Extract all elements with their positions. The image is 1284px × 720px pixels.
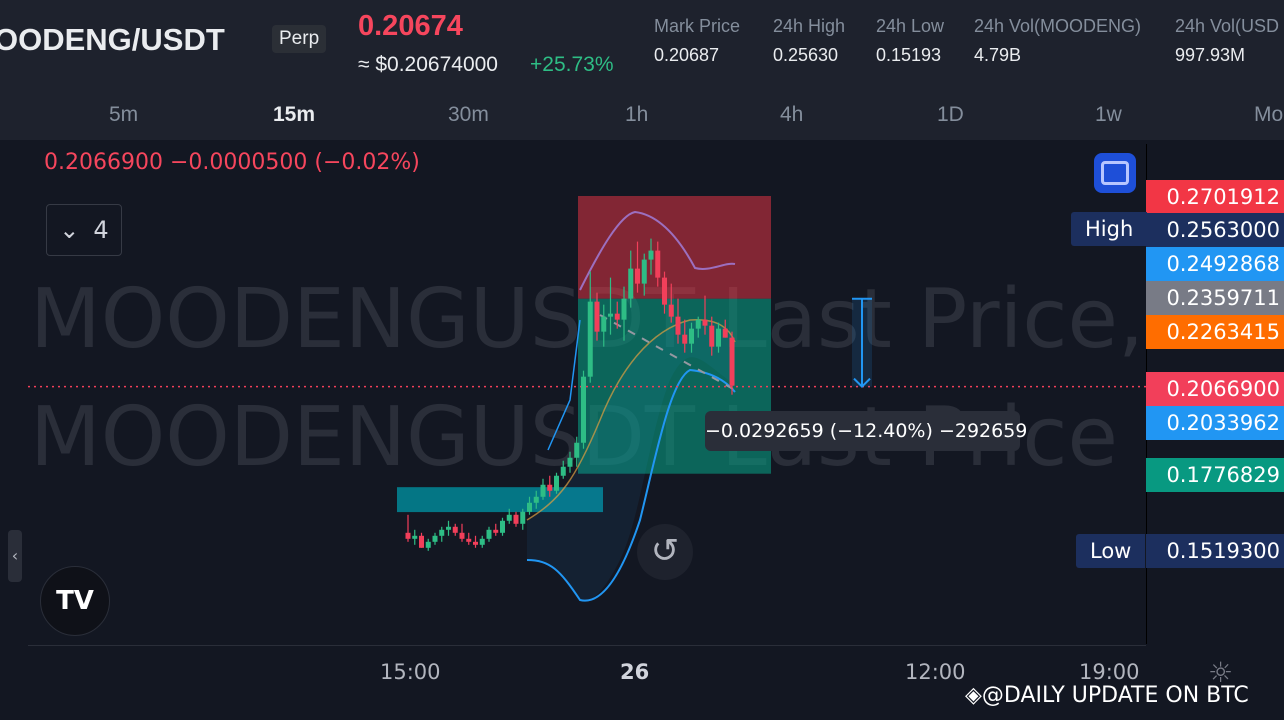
- candle-body: [459, 532, 465, 539]
- candle-body: [486, 529, 492, 539]
- candle-body: [689, 328, 694, 344]
- time-label: 15:00: [380, 660, 441, 684]
- candle-body: [425, 541, 431, 548]
- price-axis-label: 0.2492868: [1146, 247, 1284, 281]
- fullscreen-button[interactable]: [1094, 153, 1136, 193]
- candle-body: [655, 250, 661, 278]
- time-label: 19:00: [1079, 660, 1140, 684]
- candle-body: [614, 313, 620, 320]
- watermark-credit: ◈@DAILY UPDATE ON BTC: [965, 683, 1249, 708]
- price-axis-label: 0.1776829: [1146, 458, 1284, 492]
- candle-body: [412, 535, 418, 539]
- lower-band-line: [547, 319, 581, 451]
- price-axis-label: 0.1519300: [1146, 534, 1284, 568]
- measure-tooltip: −0.0292659 (−12.40%) −292659: [705, 411, 1027, 451]
- time-label: 12:00: [905, 660, 966, 684]
- tab-month[interactable]: Mo: [1254, 103, 1283, 127]
- candle-body: [668, 304, 674, 317]
- candle-body: [405, 532, 411, 539]
- rotate-icon: ↺: [650, 531, 680, 571]
- candle-body: [695, 319, 701, 329]
- high-label: High: [1071, 212, 1148, 246]
- candle-body: [601, 316, 607, 332]
- price-axis-label: 0.2033962: [1146, 406, 1284, 440]
- indicators-toggle[interactable]: ⌄ 4: [46, 204, 122, 256]
- price-legend: 0.2066900 −0.0000500 (−0.02%): [44, 150, 420, 175]
- price-axis-label: 0.2563000: [1146, 213, 1284, 247]
- candle-body: [567, 457, 573, 467]
- candle-body: [439, 529, 445, 536]
- candle-body: [729, 337, 735, 386]
- candle-body: [547, 484, 553, 491]
- low-label: Low: [1076, 534, 1146, 568]
- price-chart[interactable]: [0, 0, 1146, 645]
- candle-body: [540, 484, 546, 497]
- candle-body: [662, 277, 667, 305]
- price-axis-label: 0.2263415: [1146, 315, 1284, 349]
- candle-body: [554, 475, 559, 491]
- candle-body: [716, 328, 721, 347]
- candle-body: [520, 511, 526, 524]
- candle-body: [621, 298, 627, 320]
- candle-body: [682, 334, 688, 344]
- candle-body: [641, 259, 647, 284]
- reset-chart-button[interactable]: ↺: [637, 524, 693, 580]
- stat-label: 24h Vol(USD: [1175, 16, 1280, 36]
- candle-body: [608, 313, 613, 317]
- candle-body: [635, 268, 640, 284]
- candle-body: [506, 514, 512, 521]
- stat-value: 997.93M: [1175, 45, 1246, 65]
- candle-body: [527, 502, 532, 512]
- candle-body: [452, 526, 458, 533]
- candle-body: [709, 325, 715, 347]
- candle-body: [432, 535, 438, 542]
- indicator-count: 4: [93, 216, 109, 244]
- fullscreen-icon: [1101, 161, 1129, 185]
- stop-loss-zone: [578, 196, 771, 299]
- candle-body: [722, 328, 728, 338]
- candle-body: [581, 376, 586, 443]
- price-axis-label: 0.2701912: [1146, 180, 1284, 214]
- candle-body: [648, 250, 654, 260]
- candle-body: [533, 496, 539, 503]
- candle-body: [560, 466, 566, 476]
- side-panel-handle[interactable]: ‹: [8, 530, 22, 582]
- time-label: 26: [620, 660, 650, 684]
- candle-body: [493, 529, 499, 533]
- candle-body: [628, 268, 634, 299]
- price-axis-label: 0.2066900: [1146, 372, 1284, 406]
- candle-body: [500, 520, 505, 533]
- candle-body: [466, 538, 472, 542]
- candle-body: [419, 535, 424, 548]
- tradingview-logo[interactable]: TV: [40, 566, 110, 636]
- candle-body: [594, 301, 600, 332]
- candle-body: [702, 319, 708, 326]
- candle-body: [479, 538, 485, 545]
- price-axis-label: 0.2359711: [1146, 281, 1284, 315]
- chevron-down-icon: ⌄: [59, 216, 80, 244]
- candle-body: [473, 541, 478, 545]
- candle-body: [446, 526, 451, 530]
- candle-body: [587, 301, 593, 377]
- candle-body: [513, 514, 519, 524]
- candle-body: [574, 442, 580, 458]
- candle-body: [675, 316, 681, 335]
